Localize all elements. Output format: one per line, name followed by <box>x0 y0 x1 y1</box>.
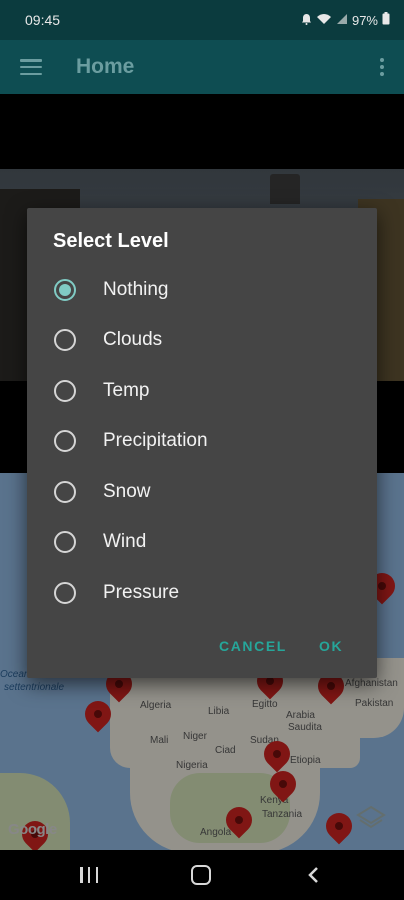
radio-button[interactable] <box>54 481 76 503</box>
dialog-actions: CANCEL OK <box>27 638 377 662</box>
wifi-icon <box>316 13 332 28</box>
status-time: 09:45 <box>25 12 61 28</box>
page-title: Home <box>76 55 135 78</box>
battery-percent: 97% <box>351 12 378 28</box>
status-bar: 09:45 97% <box>0 0 404 40</box>
ok-button[interactable]: OK <box>319 638 343 654</box>
cancel-button[interactable]: CANCEL <box>219 638 287 654</box>
radio-button[interactable] <box>54 329 76 351</box>
radio-button[interactable] <box>54 380 76 402</box>
status-icons: 97% <box>301 12 390 28</box>
home-icon[interactable] <box>191 865 211 885</box>
option-clouds[interactable]: Clouds <box>27 315 377 365</box>
option-wind[interactable]: Wind <box>27 517 377 567</box>
radio-button[interactable] <box>54 531 76 553</box>
option-label: Pressure <box>103 582 180 603</box>
app-bar: Home <box>0 40 404 94</box>
system-nav-bar <box>0 850 404 900</box>
option-label: Nothing <box>103 279 169 300</box>
radio-button-checked[interactable] <box>54 279 76 301</box>
battery-icon <box>382 12 390 28</box>
option-label: Clouds <box>103 329 163 350</box>
back-icon[interactable] <box>305 866 323 884</box>
notification-icon <box>301 13 312 28</box>
option-label: Temp <box>103 380 150 401</box>
recent-apps-icon[interactable] <box>80 867 98 883</box>
option-label: Precipitation <box>103 430 208 451</box>
option-snow[interactable]: Snow <box>27 467 377 517</box>
dialog-title: Select Level <box>53 230 169 252</box>
menu-icon[interactable] <box>20 59 42 75</box>
radio-button[interactable] <box>54 582 76 604</box>
more-vert-icon[interactable] <box>370 55 394 79</box>
option-precipitation[interactable]: Precipitation <box>27 416 377 466</box>
option-label: Wind <box>103 531 147 552</box>
option-label: Snow <box>103 481 151 502</box>
option-pressure[interactable]: Pressure <box>27 568 377 618</box>
signal-icon <box>336 13 348 28</box>
radio-button[interactable] <box>54 430 76 452</box>
option-nothing[interactable]: Nothing <box>27 265 377 315</box>
option-temp[interactable]: Temp <box>27 366 377 416</box>
select-level-dialog: Select Level Nothing Clouds Temp Precipi… <box>27 208 377 678</box>
